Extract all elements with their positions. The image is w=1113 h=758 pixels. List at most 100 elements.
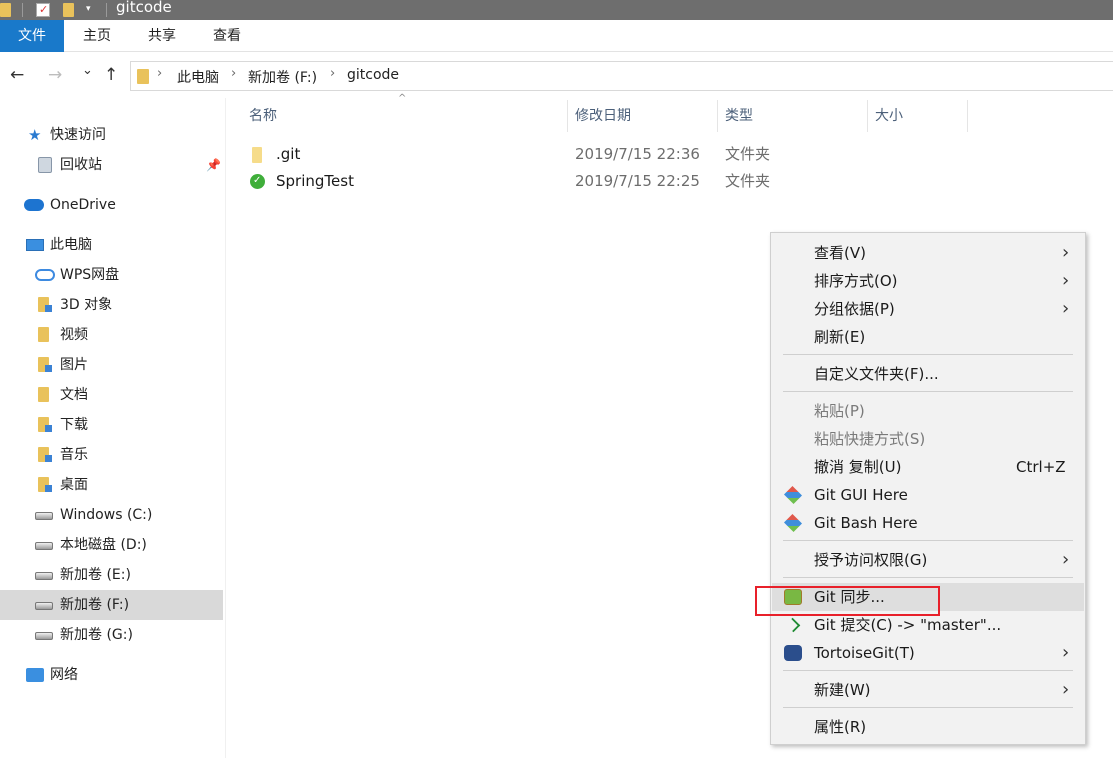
sidebar-item-drive-d[interactable]: 本地磁盘 (D:) <box>0 530 223 560</box>
column-divider[interactable] <box>967 100 968 132</box>
git-logo-icon <box>783 485 803 505</box>
chevron-right-icon: › <box>1062 298 1070 319</box>
downloads-folder-icon <box>38 417 52 432</box>
menu-item-sort[interactable]: 排序方式(O) › <box>772 267 1084 295</box>
network-icon <box>26 668 44 682</box>
tab-view[interactable]: 查看 <box>200 20 254 52</box>
tab-home[interactable]: 主页 <box>70 20 124 52</box>
sort-ascending-icon: ^ <box>398 93 407 104</box>
new-folder-quick-icon[interactable] <box>63 3 74 17</box>
menu-item-group[interactable]: 分组依据(P) › <box>772 295 1084 323</box>
file-row[interactable]: SpringTest 2019/7/15 22:25 文件夹 <box>244 167 784 195</box>
column-header-size[interactable]: 大小 <box>875 100 903 132</box>
sidebar-item-drive-g[interactable]: 新加卷 (G:) <box>0 620 223 650</box>
sidebar-item-drive-f[interactable]: 新加卷 (F:) <box>0 590 223 620</box>
desktop-folder-icon <box>38 477 52 492</box>
annotation-highlight-box <box>755 586 940 616</box>
menu-item-tortoisegit[interactable]: TortoiseGit(T) › <box>772 639 1084 667</box>
sidebar-item-label: 此电脑 <box>50 237 92 253</box>
tab-file[interactable]: 文件 <box>0 20 64 52</box>
chevron-right-icon[interactable]: › <box>330 66 335 81</box>
git-clean-folder-icon <box>250 167 265 194</box>
up-arrow-icon[interactable]: ↑ <box>104 65 118 85</box>
sidebar-item-pictures[interactable]: 图片 <box>0 350 223 380</box>
menu-item-label: 查看(V) <box>814 244 866 262</box>
sidebar-item-documents[interactable]: 文档 <box>0 380 223 410</box>
videos-folder-icon <box>38 327 49 342</box>
git-logo-icon <box>783 513 803 533</box>
sidebar-item-label: 下载 <box>60 417 88 433</box>
back-arrow-icon[interactable]: ← <box>10 65 24 85</box>
address-bar[interactable]: › 此电脑 › 新加卷 (F:) › gitcode <box>130 61 1113 91</box>
breadcrumb-this-pc[interactable]: 此电脑 <box>177 67 219 87</box>
sidebar-item-label: 3D 对象 <box>60 297 113 313</box>
folder-icon <box>0 3 11 17</box>
menu-item-label: 粘贴(P) <box>814 402 865 420</box>
breadcrumb-gitcode[interactable]: gitcode <box>347 67 399 83</box>
menu-item-label: 撤消 复制(U) <box>814 458 902 476</box>
sidebar-item-videos[interactable]: 视频 <box>0 320 223 350</box>
properties-quick-icon[interactable] <box>36 3 50 17</box>
menu-item-new[interactable]: 新建(W) › <box>772 676 1084 704</box>
separator <box>22 3 23 17</box>
menu-item-customize-folder[interactable]: 自定义文件夹(F)... <box>772 360 1084 388</box>
menu-item-undo-copy[interactable]: 撤消 复制(U) Ctrl+Z <box>772 453 1084 481</box>
tortoisegit-icon <box>784 645 802 661</box>
sidebar-item-3d-objects[interactable]: 3D 对象 <box>0 290 223 320</box>
navigation-bar: ← → ⌄ ↑ › 此电脑 › 新加卷 (F:) › gitcode <box>0 53 1113 98</box>
sidebar-item-onedrive[interactable]: OneDrive <box>0 190 223 220</box>
menu-item-label: 新建(W) <box>814 681 871 699</box>
menu-item-view[interactable]: 查看(V) › <box>772 239 1084 267</box>
3d-objects-folder-icon <box>38 297 52 312</box>
file-modified: 2019/7/15 22:36 <box>575 145 700 163</box>
sidebar-item-this-pc[interactable]: 此电脑 <box>0 230 223 260</box>
navigation-pane: ★ 快速访问 回收站 📌 OneDrive 此电脑 WPS网盘 3D 对象 视频… <box>0 98 226 758</box>
menu-item-paste[interactable]: 粘贴(P) <box>772 397 1084 425</box>
sidebar-item-network[interactable]: 网络 <box>0 660 223 690</box>
sidebar-item-label: 回收站 <box>60 157 102 173</box>
sidebar-item-label: Windows (C:) <box>60 507 153 523</box>
recent-locations-icon[interactable]: ⌄ <box>82 63 93 78</box>
sidebar-item-recycle-bin[interactable]: 回收站 📌 <box>0 150 223 180</box>
menu-separator <box>783 707 1073 708</box>
sidebar-item-desktop[interactable]: 桌面 <box>0 470 223 500</box>
windows-drive-icon <box>35 512 53 520</box>
column-divider[interactable] <box>567 100 568 132</box>
menu-item-label: Git Bash Here <box>814 514 918 532</box>
pin-icon[interactable]: 📌 <box>206 150 221 180</box>
column-header-modified[interactable]: 修改日期 <box>575 100 631 132</box>
column-divider[interactable] <box>717 100 718 132</box>
file-row[interactable]: .git 2019/7/15 22:36 文件夹 <box>244 141 784 168</box>
sidebar-item-wps[interactable]: WPS网盘 <box>0 260 223 290</box>
forward-arrow-icon[interactable]: → <box>48 65 62 85</box>
customize-quick-access-icon[interactable]: ▾ <box>86 4 91 14</box>
drive-icon <box>35 632 53 640</box>
sidebar-item-quick-access[interactable]: ★ 快速访问 <box>0 120 223 150</box>
menu-separator <box>783 354 1073 355</box>
sidebar-item-drive-c[interactable]: Windows (C:) <box>0 500 223 530</box>
sidebar-item-label: 新加卷 (F:) <box>60 597 130 613</box>
menu-item-git-bash[interactable]: Git Bash Here <box>772 509 1084 537</box>
chevron-right-icon: › <box>1062 242 1070 263</box>
column-header-type[interactable]: 类型 <box>725 100 753 132</box>
breadcrumb-drive-f[interactable]: 新加卷 (F:) <box>248 67 317 87</box>
menu-item-label: 分组依据(P) <box>814 300 895 318</box>
column-divider[interactable] <box>867 100 868 132</box>
menu-item-refresh[interactable]: 刷新(E) <box>772 323 1084 351</box>
menu-item-grant-access[interactable]: 授予访问权限(G) › <box>772 546 1084 574</box>
column-header-name[interactable]: 名称 <box>249 100 277 132</box>
sidebar-item-drive-e[interactable]: 新加卷 (E:) <box>0 560 223 590</box>
menu-item-label: 刷新(E) <box>814 328 866 346</box>
music-folder-icon <box>38 447 52 462</box>
sidebar-item-label: 音乐 <box>60 447 88 463</box>
chevron-right-icon[interactable]: › <box>157 66 162 81</box>
sidebar-item-downloads[interactable]: 下载 <box>0 410 223 440</box>
tab-share[interactable]: 共享 <box>135 20 189 52</box>
star-icon: ★ <box>28 126 42 144</box>
menu-item-paste-shortcut[interactable]: 粘贴快捷方式(S) <box>772 425 1084 453</box>
sidebar-item-music[interactable]: 音乐 <box>0 440 223 470</box>
menu-item-properties[interactable]: 属性(R) <box>772 713 1084 741</box>
chevron-right-icon[interactable]: › <box>231 66 236 81</box>
menu-item-git-gui[interactable]: Git GUI Here <box>772 481 1084 509</box>
computer-icon <box>26 239 44 251</box>
